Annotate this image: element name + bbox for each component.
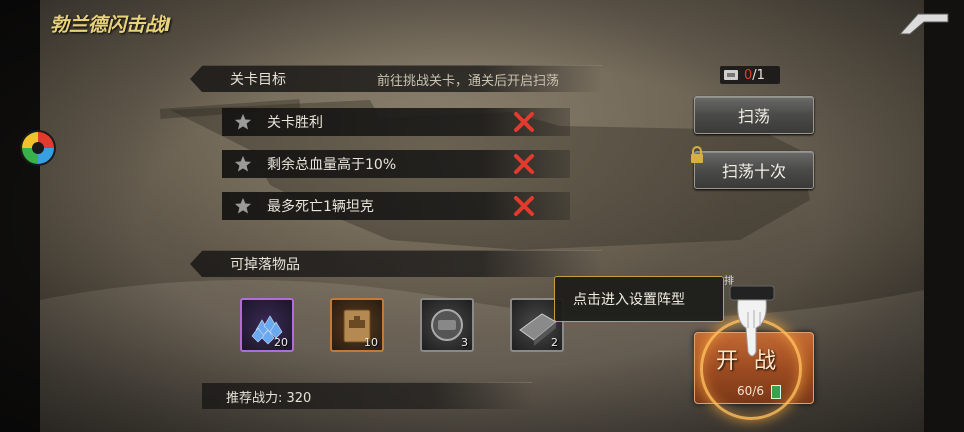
right-border [924, 0, 964, 432]
sweep-ticket-counter: 0 /1 [720, 66, 780, 84]
drop-item-part[interactable]: 3 [420, 298, 474, 352]
star-icon [234, 113, 252, 130]
ticket-icon [724, 70, 738, 80]
item-count: 20 [274, 336, 288, 349]
objective-row: 最多死亡1辆坦克 [222, 192, 570, 220]
sweep-button[interactable]: 扫荡 [694, 96, 814, 134]
tutorial-tip-text: 点击进入设置阵型 [573, 292, 685, 308]
sweep-ten-button[interactable]: 扫荡十次 [694, 151, 814, 189]
lock-icon [691, 146, 703, 163]
failed-x-icon [514, 196, 534, 216]
tutorial-tooltip: 点击进入设置阵型 [554, 276, 724, 322]
ticket-max: /1 [752, 67, 765, 83]
pointing-hand-icon [729, 285, 775, 357]
ticket-current: 0 [744, 67, 753, 83]
objective-label: 最多死亡1辆坦克 [267, 199, 374, 215]
objective-row: 关卡胜利 [222, 108, 570, 136]
left-border [0, 0, 44, 432]
star-icon [234, 197, 252, 214]
objective-label: 剩余总血量高于10% [267, 157, 397, 173]
stage-title: 勃兰德闪击战I [50, 14, 172, 36]
app-logo-icon[interactable] [18, 128, 58, 168]
item-count: 3 [461, 336, 468, 349]
back-arrow-icon[interactable] [898, 10, 950, 36]
star-icon [234, 155, 252, 172]
objective-label: 关卡胜利 [267, 115, 323, 131]
recommended-power: 推荐战力: 320 [226, 390, 312, 406]
bar-notch [190, 66, 202, 92]
objectives-header: 关卡目标 前往挑战关卡，通关后开启扫荡 [190, 65, 602, 92]
drops-header: 可掉落物品 [190, 250, 602, 277]
failed-x-icon [514, 154, 534, 174]
recommended-power-bar: 推荐战力: 320 [202, 382, 532, 409]
item-count: 10 [364, 336, 378, 349]
objective-row: 剩余总血量高于10% [222, 150, 570, 178]
objectives-title: 关卡目标 [230, 72, 286, 88]
item-count: 2 [551, 336, 558, 349]
objectives-hint: 前往挑战关卡，通关后开启扫荡 [377, 73, 560, 89]
drop-item-crystals[interactable]: 20 [240, 298, 294, 352]
drop-item-manual[interactable]: 10 [330, 298, 384, 352]
bar-notch [190, 251, 202, 277]
drops-title: 可掉落物品 [230, 257, 300, 273]
failed-x-icon [514, 112, 534, 132]
